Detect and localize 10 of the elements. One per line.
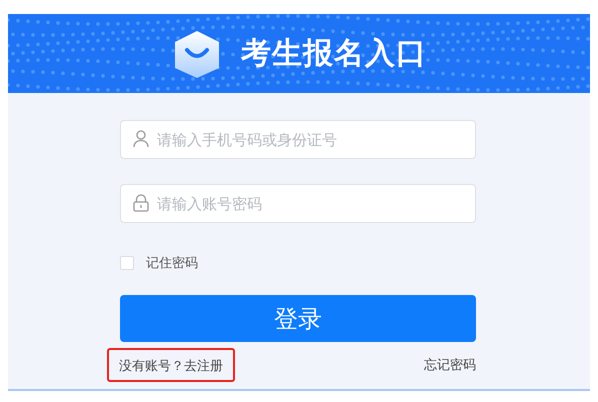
user-icon — [133, 130, 149, 148]
input-field[interactable]: 请输入账号密码 — [120, 184, 476, 223]
page-title: 考生报名入口 — [241, 35, 427, 73]
forgot-password-link[interactable]: 忘记密码 — [424, 356, 476, 374]
register-link[interactable]: 没有账号？去注册 — [119, 359, 223, 374]
checkbox-label: 记住密码 — [146, 255, 198, 272]
lock-icon — [133, 194, 149, 212]
input-field[interactable]: 请输入手机号码或身份证号 — [120, 120, 476, 159]
checkbox[interactable] — [120, 256, 134, 270]
login-button[interactable]: 登录 — [120, 295, 476, 342]
